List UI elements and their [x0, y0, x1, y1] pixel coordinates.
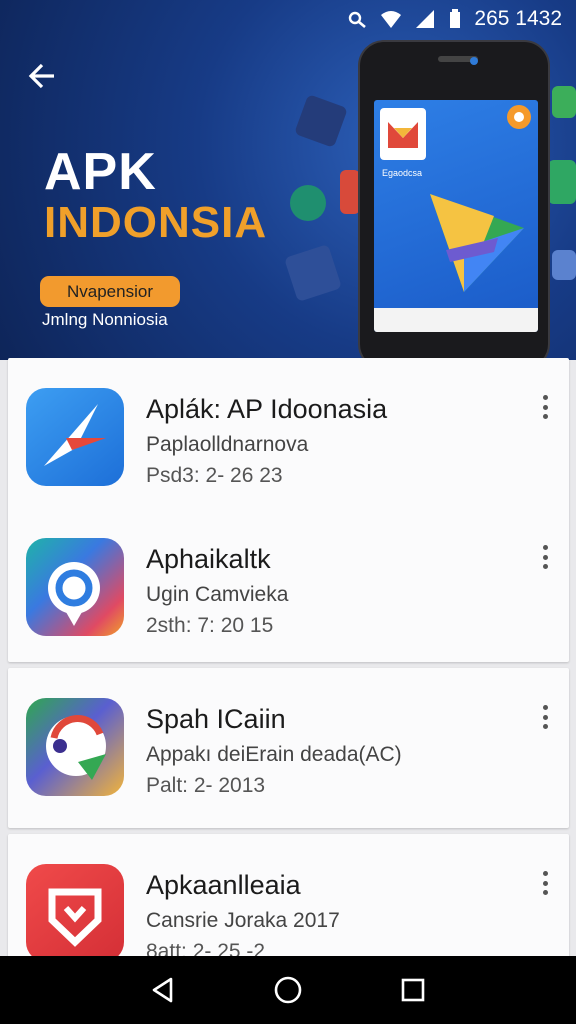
banner-title-accent: INDONSIA [44, 198, 268, 247]
battery-icon [450, 9, 461, 28]
app-name: Aplák: AP Idoonasia [146, 394, 388, 424]
signal-icon [416, 10, 435, 28]
phone-camera [470, 57, 478, 65]
app-developer: Paplaolldnarnova [146, 433, 309, 456]
system-nav-bar [0, 956, 576, 1024]
settings-key-icon [349, 11, 367, 28]
back-arrow-icon [28, 63, 54, 89]
phone-nav-bar [374, 308, 538, 332]
banner-title: APK [44, 143, 157, 201]
wifi-icon [381, 11, 402, 28]
more-options-icon[interactable] [533, 702, 557, 732]
status-time: 265 1432 [474, 7, 562, 30]
header-banner: 265 1432 APK INDONSIA Nvapensior Jmlng N… [0, 0, 576, 360]
app-name: Apkaanlleaia [146, 870, 301, 900]
app-developer: Cansrie Joraka 2017 [146, 909, 340, 932]
phone-illustration: Egaodcsa [358, 40, 550, 360]
app-name: Aphaikaltk [146, 544, 271, 574]
nav-back-button[interactable] [143, 970, 183, 1010]
banner-subtitle: Jmlng Nonniosia [42, 310, 168, 329]
app-list-card: Aplák: AP Idoonasia Paplaolldnarnova Psd… [8, 358, 569, 662]
status-bar: 265 1432 [346, 6, 562, 32]
phone-screen: Egaodcsa [374, 100, 538, 332]
app-date: 2sth: 7: 20 15 [146, 614, 274, 637]
more-options-icon[interactable] [533, 392, 557, 422]
list-item[interactable]: Spah ICaiin Appakı deiErain deada(AC) Pa… [8, 668, 569, 818]
gmail-logo-icon [380, 108, 426, 160]
decorative-tile [340, 170, 360, 214]
decorative-tile [294, 94, 348, 148]
app-developer: Appakı deiErain deada(AC) [146, 743, 402, 766]
app-list-card: Apkaanlleaia Cansrie Joraka 2017 8att: 2… [8, 834, 569, 964]
decorative-tile [290, 185, 326, 221]
phone-screen-label: Egaodcsa [382, 168, 423, 178]
app-list-card: Spah ICaiin Appakı deiErain deada(AC) Pa… [8, 668, 569, 828]
decorative-tile [552, 86, 576, 118]
back-button[interactable] [22, 56, 62, 96]
app-icon [26, 864, 124, 962]
list-item[interactable]: Aplák: AP Idoonasia Paplaolldnarnova Psd… [8, 358, 569, 508]
triangle-back-icon [152, 977, 172, 1003]
app-name: Spah ICaiin [146, 704, 286, 734]
more-options-icon[interactable] [533, 868, 557, 898]
circle-home-icon [274, 976, 302, 1004]
nav-recents-button[interactable] [393, 970, 433, 1010]
square-recents-icon [402, 978, 425, 1002]
app-date: Psd3: 2- 26 23 [146, 464, 283, 487]
orange-badge-icon [507, 105, 531, 129]
more-options-icon[interactable] [533, 542, 557, 572]
decorative-tile [284, 244, 342, 302]
app-icon [26, 388, 124, 486]
play-store-logo-icon [430, 194, 524, 292]
banner-pill-button[interactable]: Nvapensior [40, 276, 180, 307]
list-item[interactable]: Aphaikaltk Ugin Camvieka 2sth: 7: 20 15 [8, 508, 569, 658]
decorative-tile [548, 160, 576, 204]
decorative-tile [552, 250, 576, 280]
app-icon [26, 698, 124, 796]
app-developer: Ugin Camvieka [146, 583, 289, 606]
app-icon [26, 538, 124, 636]
nav-home-button[interactable] [268, 970, 308, 1010]
app-date: Palt: 2- 2013 [146, 774, 266, 797]
